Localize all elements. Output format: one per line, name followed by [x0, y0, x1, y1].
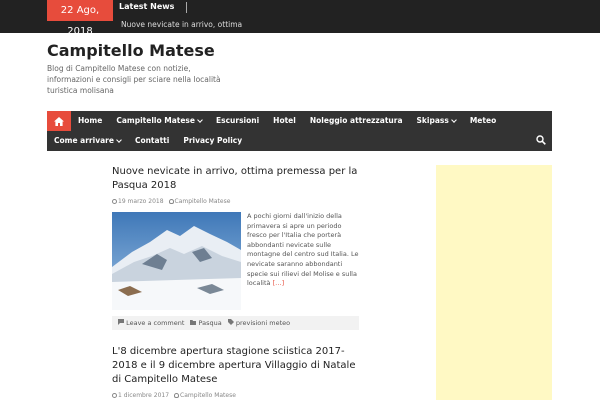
post-meta: 1 dicembre 2017 Campitello Matese	[112, 392, 359, 399]
tag-icon	[227, 319, 234, 325]
clock-icon	[112, 199, 117, 204]
site-title[interactable]: Campitello Matese	[47, 41, 215, 60]
post-meta: 19 marzo 2018 Campitello Matese	[112, 198, 359, 205]
chevron-down-icon	[116, 137, 122, 143]
site-description: Blog di Campitello Matese con notizie, i…	[47, 64, 221, 95]
search-icon[interactable]	[536, 135, 546, 145]
top-bar: 22 Ago, 2018 Latest News Nuove nevicate …	[0, 0, 600, 37]
folder-icon	[190, 320, 197, 325]
user-icon	[168, 199, 174, 204]
nav-item-campitello-matese[interactable]: Campitello Matese	[109, 111, 209, 131]
nav-item-privacy-policy[interactable]: Privacy Policy	[176, 131, 249, 151]
nav-item-hotel[interactable]: Hotel	[266, 111, 303, 131]
tag-link[interactable]: previsioni meteo	[236, 319, 290, 327]
nav-item-escursioni[interactable]: Escursioni	[209, 111, 266, 131]
nav-item-skipass[interactable]: Skipass	[410, 111, 463, 131]
nav-row-1: Home Campitello Matese Escursioni Hotel …	[47, 111, 503, 131]
post-thumbnail-image[interactable]	[112, 212, 241, 310]
post-card: L'8 dicembre apertura stagione sciistica…	[112, 345, 359, 399]
post-date-link[interactable]: 19 marzo 2018	[118, 198, 164, 205]
nav-item-home[interactable]: Home	[71, 111, 109, 131]
post-author-link[interactable]: Campitello Matese	[180, 392, 236, 399]
sidebar-ad[interactable]	[436, 165, 552, 400]
home-icon	[54, 116, 64, 126]
read-more-link[interactable]: […]	[273, 279, 285, 287]
post-card: Nuove nevicate in arrivo, ottima premess…	[112, 165, 359, 205]
nav-item-come-arrivare[interactable]: Come arrivare	[47, 131, 128, 151]
nav-item-contatti[interactable]: Contatti	[128, 131, 176, 151]
chevron-down-icon	[451, 117, 457, 123]
post-author-link[interactable]: Campitello Matese	[175, 198, 231, 205]
main-navigation: Home Campitello Matese Escursioni Hotel …	[47, 111, 552, 151]
post-title-link[interactable]: L'8 dicembre apertura stagione sciistica…	[112, 345, 359, 387]
user-icon	[174, 393, 180, 398]
clock-icon	[112, 393, 117, 398]
post-body: A pochi giorni dall'inizio della primave…	[112, 212, 359, 310]
nav-row-2: Come arrivare Contatti Privacy Policy	[47, 131, 249, 151]
comment-icon	[118, 319, 124, 325]
latest-news-label: Latest News	[119, 2, 175, 11]
post-title-link[interactable]: Nuove nevicate in arrivo, ottima premess…	[112, 165, 359, 193]
nav-item-meteo[interactable]: Meteo	[463, 111, 503, 131]
post-footer: Leave a comment Pasqua previsioni meteo	[112, 316, 359, 330]
mountain-snow-image	[112, 212, 241, 310]
post-excerpt: A pochi giorni dall'inizio della primave…	[247, 212, 359, 288]
latest-news-divider	[186, 2, 187, 13]
chevron-down-icon	[197, 117, 203, 123]
category-link[interactable]: Pasqua	[199, 319, 222, 327]
post-date-link[interactable]: 1 dicembre 2017	[118, 392, 169, 399]
date-badge: 22 Ago, 2018	[47, 0, 113, 37]
news-ticker-link[interactable]: Nuove nevicate in arrivo, ottima	[121, 20, 242, 29]
comment-link[interactable]: Leave a comment	[126, 319, 184, 327]
nav-item-noleggio[interactable]: Noleggio attrezzatura	[303, 111, 410, 131]
home-icon-button[interactable]	[47, 111, 71, 131]
